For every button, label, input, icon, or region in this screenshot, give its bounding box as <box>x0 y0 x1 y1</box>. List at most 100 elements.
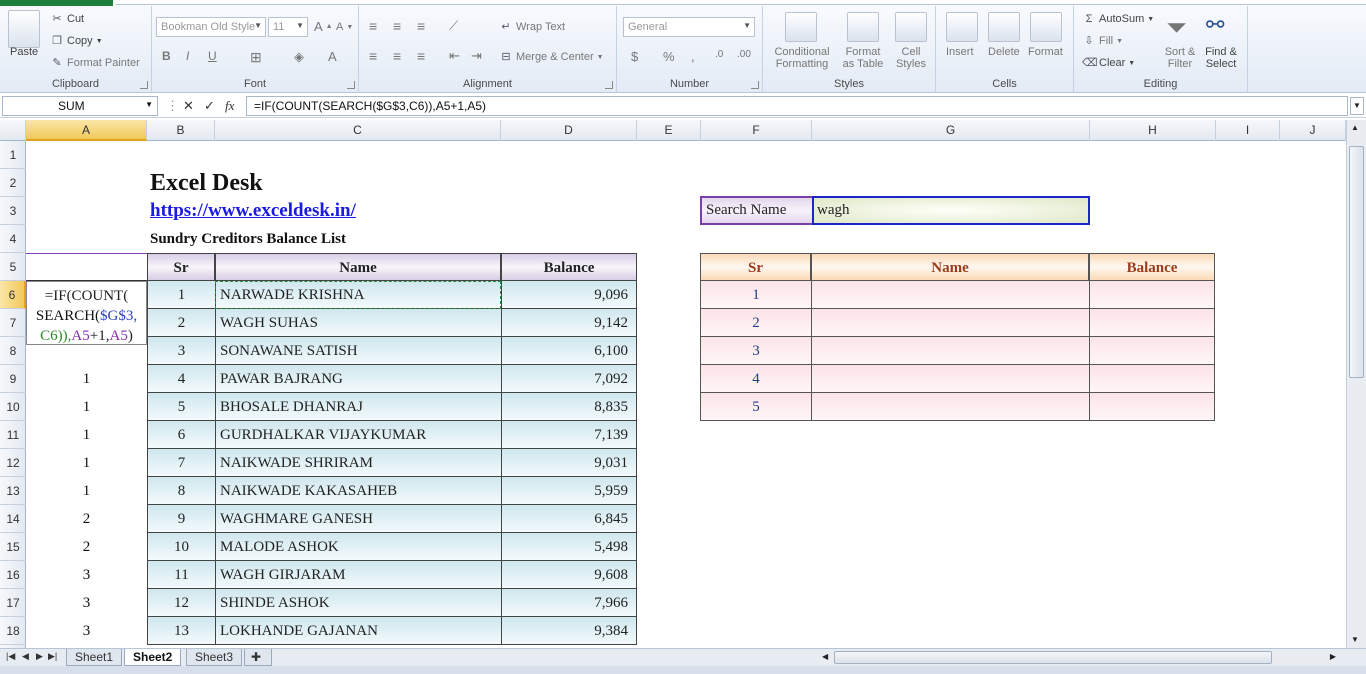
name-cell[interactable]: WAGH GIRJARAM <box>215 561 501 589</box>
increase-decimal-icon[interactable]: .0 <box>715 49 723 60</box>
website-link[interactable]: https://www.exceldesk.in/ <box>150 197 356 225</box>
font-color-icon[interactable]: A <box>328 49 337 64</box>
name-cell[interactable]: SONAWANE SATISH <box>215 337 501 365</box>
sr-cell[interactable]: 12 <box>147 589 215 617</box>
delete-button[interactable]: Delete <box>988 46 1020 58</box>
column-header[interactable]: D <box>501 120 637 141</box>
tab-sheet1[interactable]: Sheet1 <box>66 649 123 666</box>
column-header[interactable]: G <box>812 120 1090 141</box>
dialog-launcher-icon[interactable] <box>347 81 355 89</box>
first-sheet-icon[interactable]: |◀ <box>6 651 15 662</box>
name-cell[interactable]: BHOSALE DHANRAJ <box>215 393 501 421</box>
sr-cell[interactable]: 10 <box>147 533 215 561</box>
row-header[interactable]: 5 <box>0 253 26 281</box>
balance-cell[interactable]: 8,835 <box>501 393 637 421</box>
row-header[interactable]: 8 <box>0 337 26 365</box>
sr-cell[interactable]: 3 <box>147 337 215 365</box>
expand-formula-icon[interactable]: ▼ <box>1350 97 1364 115</box>
balance-cell[interactable]: 5,498 <box>501 533 637 561</box>
align-left-icon[interactable]: ≡ <box>369 48 377 64</box>
name-cell[interactable]: MALODE ASHOK <box>215 533 501 561</box>
format-as-table-icon[interactable] <box>847 12 879 42</box>
balance-cell[interactable]: 9,031 <box>501 449 637 477</box>
format-as-table-button[interactable]: Format as Table <box>837 46 889 70</box>
align-top-icon[interactable]: ≡ <box>369 18 377 34</box>
insert-sheet-icon[interactable]: ✚ <box>244 649 272 666</box>
balance-cell[interactable]: 7,966 <box>501 589 637 617</box>
row-header[interactable]: 14 <box>0 505 26 533</box>
paste-button[interactable]: Paste <box>10 46 38 58</box>
sr-cell[interactable]: 1 <box>147 281 215 309</box>
align-right-icon[interactable]: ≡ <box>417 48 425 64</box>
scroll-left-icon[interactable]: ◀ <box>822 652 828 661</box>
conditional-formatting-button[interactable]: Conditional Formatting <box>769 46 835 70</box>
decrease-decimal-icon[interactable]: .00 <box>737 49 751 60</box>
increase-indent-icon[interactable]: ⇥ <box>471 48 482 64</box>
paste-icon[interactable] <box>8 10 40 48</box>
cell-styles-button[interactable]: Cell Styles <box>891 46 931 70</box>
scroll-right-icon[interactable]: ▶ <box>1330 652 1336 661</box>
grow-font-icon[interactable]: A ▲ <box>314 19 333 34</box>
tab-sheet2[interactable]: Sheet2 <box>124 649 182 666</box>
sr-cell[interactable]: 2 <box>147 309 215 337</box>
wrap-text-button[interactable]: ↵ Wrap Text <box>499 20 565 34</box>
tab-sheet3[interactable]: Sheet3 <box>186 649 243 666</box>
horizontal-scrollbar[interactable]: ◀ ▶ <box>820 651 1338 664</box>
worksheet[interactable]: Excel Desk https://www.exceldesk.in/ Sun… <box>26 141 1346 648</box>
row-header[interactable]: 1 <box>0 141 26 169</box>
row-header[interactable]: 6 <box>0 281 26 309</box>
result-name-cell[interactable] <box>811 281 1089 309</box>
copy-button[interactable]: ❐ Copy ▼ <box>50 34 103 48</box>
orientation-icon[interactable]: ⟋ <box>449 18 458 34</box>
result-balance-cell[interactable] <box>1089 393 1215 421</box>
sr-cell[interactable]: 13 <box>147 617 215 645</box>
bold-icon[interactable]: B <box>162 49 171 63</box>
italic-icon[interactable]: I <box>186 49 189 63</box>
name-cell[interactable]: NAIKWADE SHRIRAM <box>215 449 501 477</box>
result-name-cell[interactable] <box>811 393 1089 421</box>
result-sr-cell[interactable]: 2 <box>700 309 811 337</box>
vertical-scroll-thumb[interactable] <box>1349 146 1364 378</box>
horizontal-scroll-thumb[interactable] <box>834 651 1272 664</box>
column-header[interactable]: F <box>701 120 812 141</box>
font-name-select[interactable]: Bookman Old Style ▼ <box>156 17 266 37</box>
row-header[interactable]: 13 <box>0 477 26 505</box>
vertical-scrollbar[interactable]: ▲ ▼ <box>1346 120 1366 648</box>
name-cell[interactable]: LOKHANDE GAJANAN <box>215 617 501 645</box>
row-header[interactable]: 11 <box>0 421 26 449</box>
search-input[interactable]: wagh <box>812 196 1090 225</box>
insert-function-icon[interactable]: fx <box>225 98 234 114</box>
clear-button[interactable]: ⌫ Clear ▼ <box>1082 56 1135 70</box>
expand-handle-icon[interactable]: ⋮ <box>166 98 179 114</box>
balance-cell[interactable]: 9,608 <box>501 561 637 589</box>
name-cell[interactable]: WAGH SUHAS <box>215 309 501 337</box>
cell-a5[interactable] <box>26 253 147 281</box>
result-sr-cell[interactable]: 1 <box>700 281 811 309</box>
find-select-button[interactable]: Find & Select <box>1200 46 1242 70</box>
column-header[interactable]: J <box>1280 120 1346 141</box>
column-header[interactable]: H <box>1090 120 1216 141</box>
last-sheet-icon[interactable]: ▶| <box>48 651 57 662</box>
result-balance-cell[interactable] <box>1089 337 1215 365</box>
dialog-launcher-icon[interactable] <box>751 81 759 89</box>
underline-icon[interactable]: U <box>208 49 217 63</box>
formula-input[interactable]: =IF(COUNT(SEARCH($G$3,C6)),A5+1,A5) <box>246 96 1348 116</box>
row-header[interactable]: 17 <box>0 589 26 617</box>
decrease-indent-icon[interactable]: ⇤ <box>449 48 460 64</box>
conditional-formatting-icon[interactable] <box>785 12 817 42</box>
chevron-down-icon[interactable]: ▼ <box>145 100 153 109</box>
delete-cells-icon[interactable] <box>988 12 1020 42</box>
result-balance-cell[interactable] <box>1089 281 1215 309</box>
row-header[interactable]: 3 <box>0 197 26 225</box>
scroll-down-icon[interactable]: ▼ <box>1351 635 1359 644</box>
name-cell[interactable]: SHINDE ASHOK <box>215 589 501 617</box>
binoculars-icon[interactable]: ⚯ <box>1206 12 1224 38</box>
balance-cell[interactable]: 5,959 <box>501 477 637 505</box>
column-header[interactable]: A <box>26 120 147 141</box>
sr-cell[interactable]: 8 <box>147 477 215 505</box>
currency-icon[interactable]: $ <box>631 49 638 64</box>
number-format-select[interactable]: General ▼ <box>623 17 755 37</box>
result-sr-cell[interactable]: 4 <box>700 365 811 393</box>
name-cell[interactable]: GURDHALKAR VIJAYKUMAR <box>215 421 501 449</box>
row-header[interactable]: 18 <box>0 617 26 645</box>
